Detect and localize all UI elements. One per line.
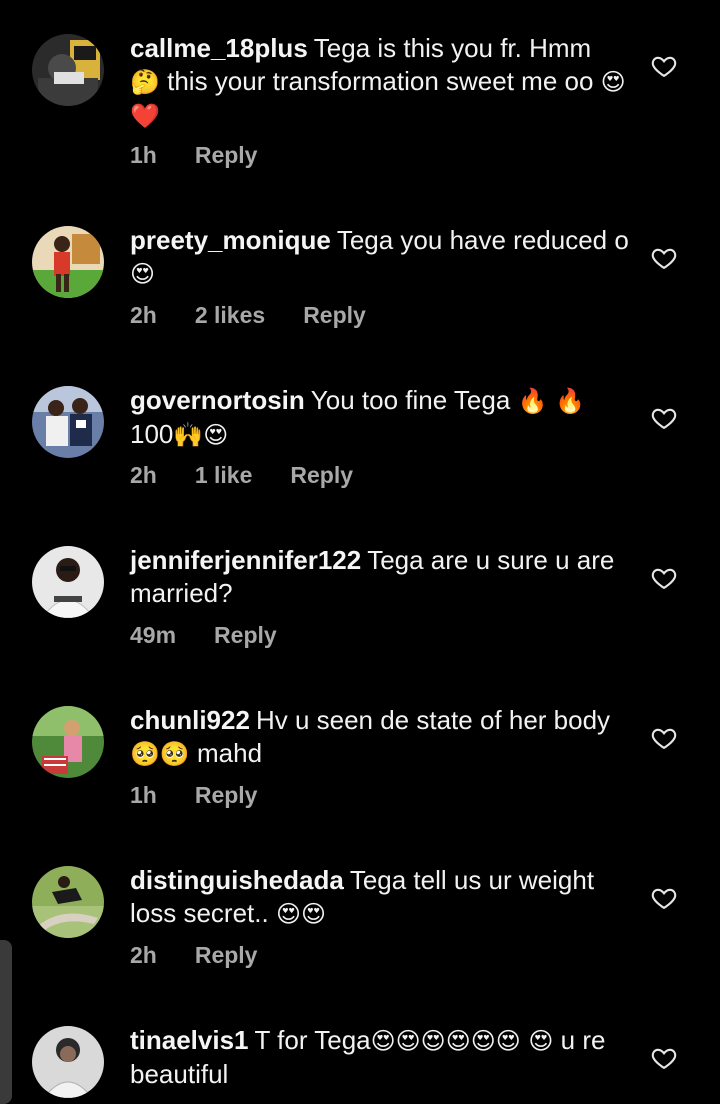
comment-meta: 1h Reply	[130, 782, 295, 809]
pleading-face-emoji: 🥺🥺	[130, 740, 190, 768]
heart-outline-icon	[651, 248, 677, 270]
reply-button[interactable]: Reply	[195, 942, 258, 968]
comment-timestamp: 2h	[130, 942, 157, 968]
heart-eyes-emoji: 😍😍😍😍😍😍 😍	[370, 1027, 554, 1055]
heart-outline-icon	[651, 1048, 677, 1070]
heart-eyes-emoji: 😍😍	[275, 900, 326, 928]
comment-username[interactable]: preety_monique	[130, 225, 331, 255]
comment-meta: 49m Reply	[130, 622, 315, 649]
avatar[interactable]	[32, 706, 104, 778]
like-button[interactable]	[650, 52, 678, 80]
comment-timestamp: 2h	[130, 302, 157, 328]
comment-username[interactable]: tinaelvis1	[130, 1025, 249, 1055]
comment-username[interactable]: callme_18plus	[130, 33, 308, 63]
reply-button[interactable]: Reply	[195, 142, 258, 168]
comment-text: jenniferjennifer122 Tega are u sure u are…	[130, 545, 615, 608]
like-button[interactable]	[650, 564, 678, 592]
comment-text: tinaelvis1 T for Tega😍😍😍😍😍😍 😍 u re beauti…	[130, 1025, 606, 1089]
avatar[interactable]	[32, 34, 104, 106]
reply-button[interactable]: Reply	[214, 622, 277, 648]
comment-text: governortosin You too fine Tega 🔥 🔥 100🙌😍	[130, 385, 585, 449]
like-button[interactable]	[650, 404, 678, 432]
fire-emoji: 🔥 🔥	[517, 387, 585, 415]
comment-text: preety_monique Tega you have reduced o 😍	[130, 225, 629, 288]
like-button[interactable]	[650, 884, 678, 912]
comment-username[interactable]: jenniferjennifer122	[130, 545, 361, 575]
comment-timestamp: 1h	[130, 782, 157, 808]
comment-username[interactable]: chunli922	[130, 705, 250, 735]
avatar[interactable]	[32, 226, 104, 298]
avatar[interactable]	[32, 386, 104, 458]
raised-hands-emoji: 🙌😍	[173, 421, 229, 449]
reply-button[interactable]: Reply	[195, 782, 258, 808]
heart-outline-icon	[651, 888, 677, 910]
comment-meta: 1h Reply	[130, 142, 295, 169]
heart-outline-icon	[651, 728, 677, 750]
comment-timestamp: 49m	[130, 622, 177, 648]
comment-username[interactable]: distinguishedada	[130, 865, 344, 895]
comment-meta: 2h 1 like Reply	[130, 462, 391, 489]
likes-count[interactable]: 1 like	[195, 462, 253, 488]
comment-username[interactable]: governortosin	[130, 385, 305, 415]
heart-outline-icon	[651, 56, 677, 78]
comment-text: chunli922 Hv u seen de state of her body …	[130, 705, 611, 768]
heart-outline-icon	[651, 568, 677, 590]
thinking-emoji: 🤔	[130, 68, 160, 96]
comment-text: distinguishedada Tega tell us ur weight l…	[130, 865, 595, 928]
reply-button[interactable]: Reply	[303, 302, 366, 328]
heart-eyes-emoji: 😍	[130, 260, 156, 288]
avatar[interactable]	[32, 1026, 104, 1098]
likes-count[interactable]: 2 likes	[195, 302, 265, 328]
reply-button[interactable]: Reply	[290, 462, 353, 488]
like-button[interactable]	[650, 244, 678, 272]
comment-timestamp: 1h	[130, 142, 157, 168]
comment-meta: 2h Reply	[130, 942, 295, 969]
avatar[interactable]	[32, 546, 104, 618]
comment-timestamp: 2h	[130, 462, 157, 488]
comment-text: callme_18plus Tega is this you fr. Hmm 🤔 …	[130, 33, 626, 130]
like-button[interactable]	[650, 724, 678, 752]
avatar[interactable]	[32, 866, 104, 938]
heart-outline-icon	[651, 408, 677, 430]
back-gesture-edge[interactable]	[0, 940, 12, 1104]
like-button[interactable]	[650, 1044, 678, 1072]
comment-meta: 2h 2 likes Reply	[130, 302, 404, 329]
